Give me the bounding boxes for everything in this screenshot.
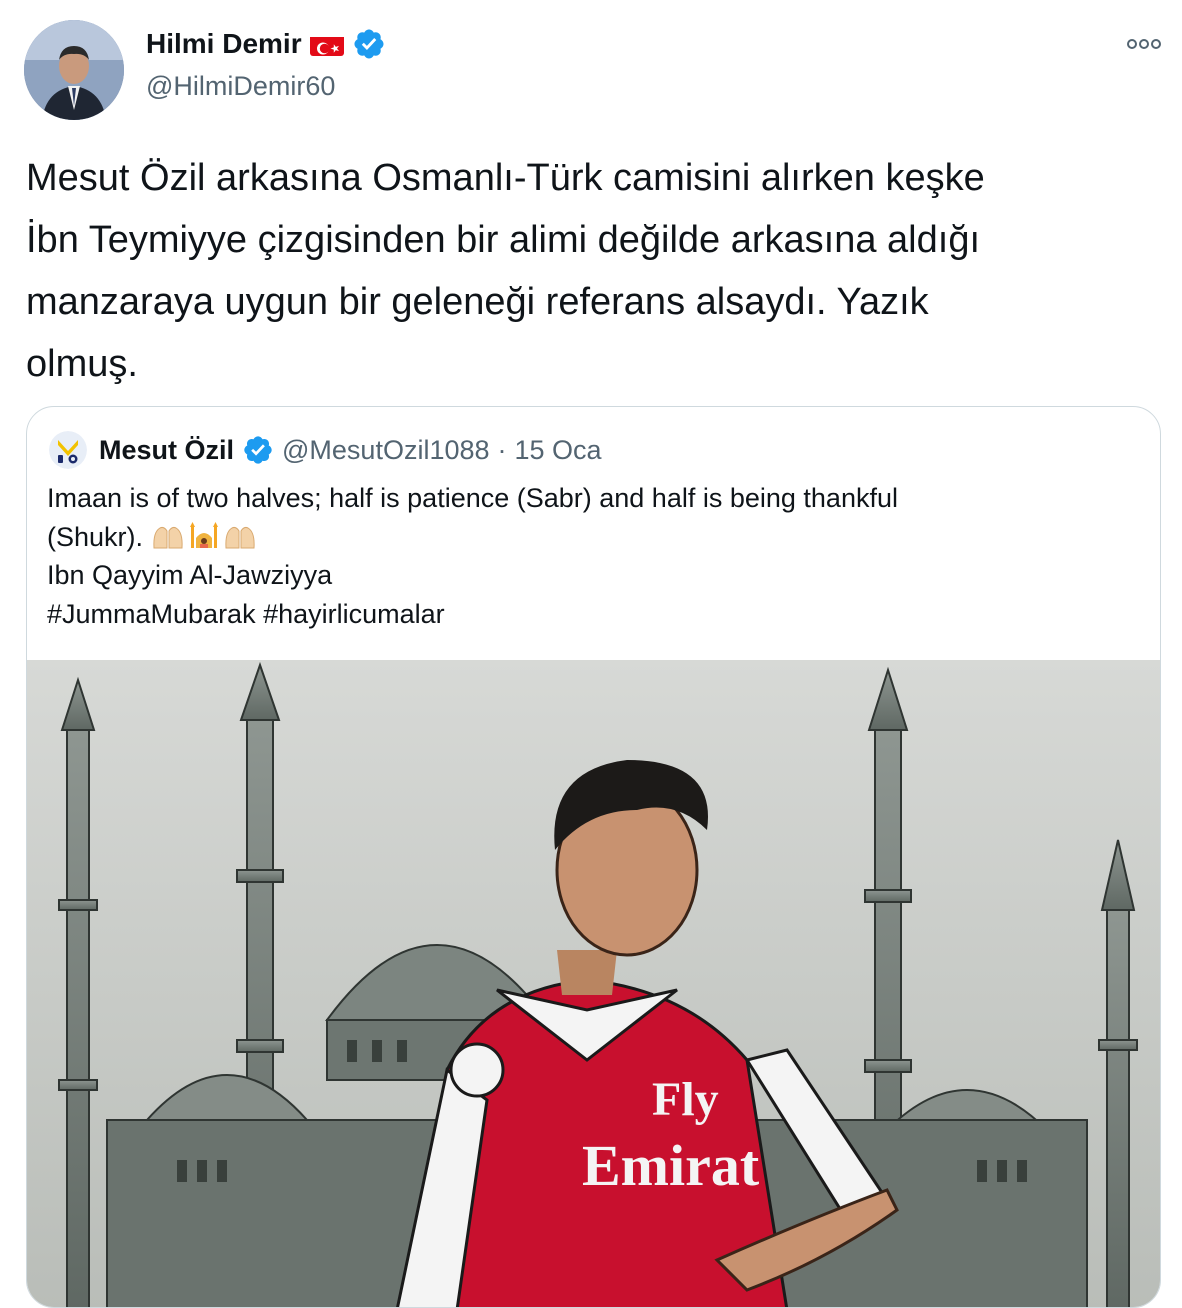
jersey-sponsor-line2: Emirat: [582, 1133, 760, 1198]
m10-logo-icon: [49, 431, 87, 469]
author-name-row: Hilmi Demir: [146, 26, 386, 62]
mosque-illustration: Fly Emirat: [27, 660, 1160, 1307]
quoted-media-image[interactable]: Fly Emirat: [27, 660, 1160, 1307]
quoted-hashtags[interactable]: #JummaMubarak #hayirlicumalar: [47, 595, 1127, 634]
tweet-text: Mesut Özil arkasına Osmanlı-Türk camisin…: [26, 157, 985, 385]
quoted-author-avatar[interactable]: [49, 431, 87, 469]
quoted-author-name[interactable]: Mesut Özil: [99, 432, 234, 468]
turkey-flag-icon: [309, 33, 344, 56]
quoted-header: Mesut Özil @MesutOzil1088 · 15 Oca: [99, 432, 602, 468]
quoted-tweet-text: Imaan is of two halves; half is patience…: [47, 479, 1127, 633]
quoted-text-line: Imaan is of two halves; half is patience…: [47, 483, 898, 513]
quoted-author-handle[interactable]: @MesutOzil1088: [282, 432, 490, 468]
more-options-icon[interactable]: [1124, 28, 1164, 58]
verified-badge-icon: [242, 434, 274, 466]
jersey-sponsor-line1: Fly: [652, 1073, 719, 1126]
avatar-image: [24, 20, 124, 120]
quoted-text-line: Ibn Qayyim Al-Jawziyya: [47, 560, 333, 590]
author-avatar[interactable]: [24, 20, 124, 120]
quoted-date[interactable]: 15 Oca: [515, 432, 602, 468]
author-name[interactable]: Hilmi Demir: [146, 26, 302, 62]
verified-badge-icon: [352, 27, 386, 61]
person-praying-mosque-icon: [190, 521, 219, 548]
meta-separator: ·: [497, 435, 507, 465]
praying-hands-icon: [153, 526, 183, 548]
quoted-text-line: (Shukr).: [47, 518, 1127, 557]
praying-hands-icon: [225, 526, 255, 548]
quoted-text-segment: (Shukr).: [47, 521, 144, 552]
author-handle[interactable]: @HilmiDemir60: [146, 68, 335, 104]
quoted-tweet-card[interactable]: Mesut Özil @MesutOzil1088 · 15 Oca Imaan…: [26, 406, 1161, 1308]
emoji-row: [151, 521, 257, 552]
